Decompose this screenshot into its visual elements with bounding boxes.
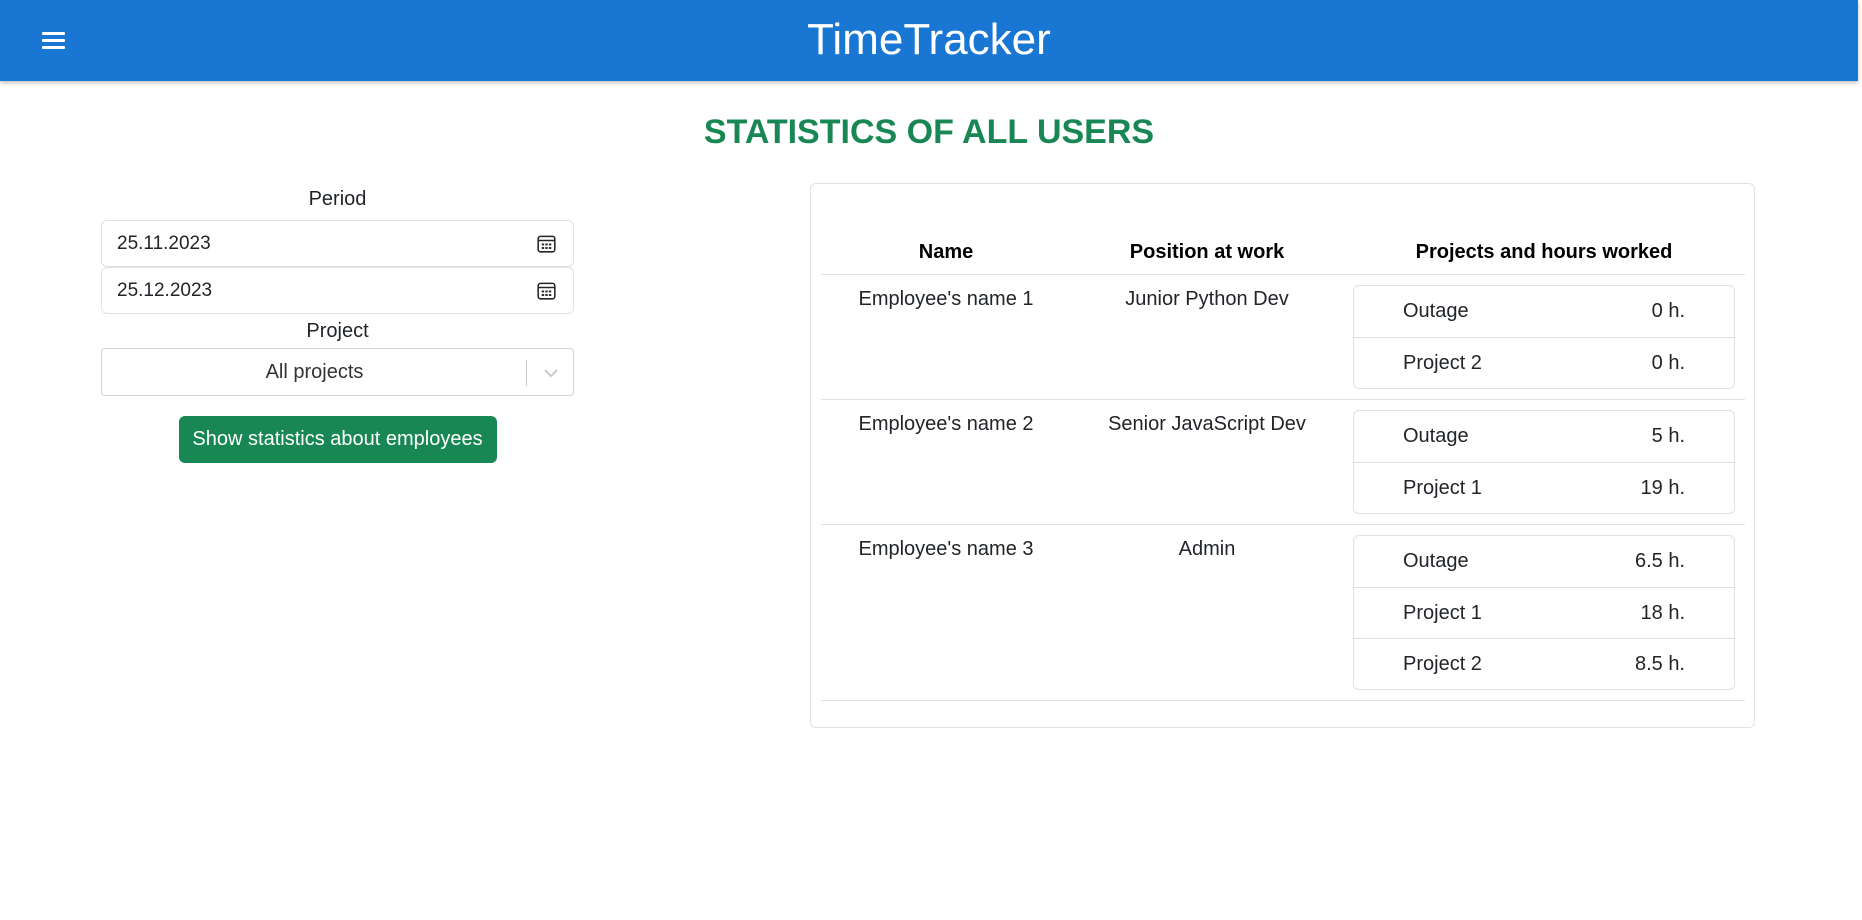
list-item: Outage 0 h.	[1354, 286, 1734, 337]
list-item: Project 1 18 h.	[1354, 586, 1734, 638]
date-from-value: 25.11.2023	[117, 233, 211, 254]
calendar-icon[interactable]	[537, 281, 556, 300]
select-separator	[526, 360, 527, 386]
employee-name: Employee's name 1	[821, 274, 1071, 400]
projects-cell: Outage 6.5 h. Project 1 18 h. Project 2 …	[1343, 524, 1745, 701]
date-to-input[interactable]: 25.12.2023	[101, 267, 574, 314]
column-header-position: Position at work	[1071, 232, 1343, 275]
project-select[interactable]: All projects	[101, 348, 574, 396]
employee-position: Junior Python Dev	[1071, 274, 1343, 400]
projects-cell: Outage 0 h. Project 2 0 h.	[1343, 274, 1745, 400]
project-hours: 19 h.	[1640, 476, 1685, 499]
page-title: STATISTICS OF ALL USERS	[703, 113, 1155, 151]
chevron-down-icon[interactable]	[540, 363, 562, 383]
table-row: Employee's name 2 Senior JavaScript Dev …	[821, 399, 1745, 525]
project-hours: 0 h.	[1651, 299, 1685, 322]
project-name: Project 1	[1403, 601, 1482, 624]
project-name: Outage	[1403, 549, 1469, 572]
table-header-row: Name Position at work Projects and hours…	[821, 232, 1745, 275]
table-row: Employee's name 3 Admin Outage 6.5 h. Pr…	[821, 524, 1745, 701]
project-label: Project	[306, 320, 369, 342]
project-hours: 0 h.	[1651, 351, 1685, 374]
date-to-value: 25.12.2023	[117, 280, 213, 301]
employee-name: Employee's name 3	[821, 524, 1071, 701]
statistics-card: Name Position at work Projects and hours…	[810, 183, 1755, 728]
list-item: Project 2 0 h.	[1354, 336, 1734, 388]
project-hours: 5 h.	[1651, 424, 1685, 447]
filter-form: Period 25.11.2023 25.12.2023 Project All…	[101, 184, 574, 463]
table-row: Employee's name 1 Junior Python Dev Outa…	[821, 274, 1745, 400]
app-bar: TimeTracker	[0, 0, 1858, 81]
project-hours: 6.5 h.	[1634, 549, 1685, 572]
calendar-icon[interactable]	[537, 234, 556, 253]
project-hours: 18 h.	[1640, 601, 1685, 624]
projects-list: Outage 0 h. Project 2 0 h.	[1353, 284, 1735, 389]
statistics-table: Name Position at work Projects and hours…	[821, 232, 1745, 701]
period-label: Period	[308, 188, 367, 210]
project-select-value: All projects	[265, 361, 364, 383]
date-from-input[interactable]: 25.11.2023	[101, 220, 574, 267]
show-statistics-button[interactable]: Show statistics about employees	[178, 416, 497, 463]
project-hours: 8.5 h.	[1634, 652, 1685, 675]
projects-cell: Outage 5 h. Project 1 19 h.	[1343, 399, 1745, 525]
employee-position: Admin	[1071, 524, 1343, 701]
column-header-projects: Projects and hours worked	[1343, 232, 1745, 275]
list-item: Outage 5 h.	[1354, 411, 1734, 462]
list-item: Outage 6.5 h.	[1354, 536, 1734, 587]
projects-list: Outage 5 h. Project 1 19 h.	[1353, 409, 1735, 514]
employee-position: Senior JavaScript Dev	[1071, 399, 1343, 525]
projects-list: Outage 6.5 h. Project 1 18 h. Project 2 …	[1353, 534, 1735, 690]
project-name: Project 1	[1403, 476, 1482, 499]
list-item: Project 2 8.5 h.	[1354, 637, 1734, 689]
app-title: TimeTracker	[807, 15, 1051, 64]
column-header-name: Name	[821, 232, 1071, 275]
project-name: Outage	[1403, 424, 1469, 447]
project-name: Project 2	[1403, 652, 1482, 675]
list-item: Project 1 19 h.	[1354, 461, 1734, 513]
project-name: Outage	[1403, 299, 1469, 322]
employee-name: Employee's name 2	[821, 399, 1071, 525]
project-name: Project 2	[1403, 351, 1482, 374]
